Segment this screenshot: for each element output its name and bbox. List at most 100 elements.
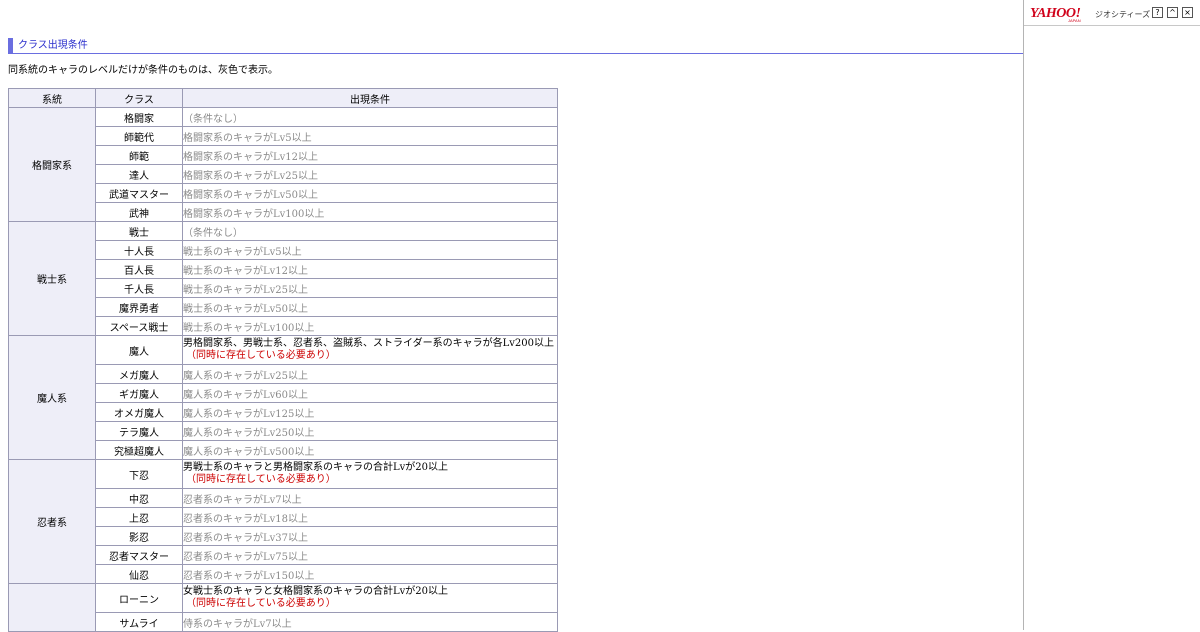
condition-text: 男格闘家系、男戦士系、忍者系、盗賊系、ストライダー系のキャラが各Lv200以上 (183, 338, 554, 349)
table-row: 戦士系 戦士 （条件なし） (8, 221, 558, 336)
class-cell: 武神 (95, 202, 183, 222)
simultaneous-required-note: （同時に存在している必要あり） (186, 474, 336, 485)
section-title: クラス出現条件 (8, 38, 1023, 54)
class-cell: テラ魔人 (95, 421, 183, 441)
sidebar-header: YAHOO! JAPAN ジオシティーズ ? ^ × (1024, 0, 1200, 26)
condition-cell: （条件なし） (182, 221, 558, 241)
condition-cell: 戦士系のキャラがLv100以上 (182, 316, 558, 336)
condition-cell: 格闘家系のキャラがLv50以上 (182, 183, 558, 203)
condition-cell: 格闘家系のキャラがLv25以上 (182, 164, 558, 184)
class-cell: オメガ魔人 (95, 402, 183, 422)
condition-text: 戦士系のキャラがLv50以上 (183, 303, 309, 315)
condition-text: 格闘家系のキャラがLv100以上 (183, 208, 325, 220)
class-cell: 忍者マスター (95, 545, 183, 565)
condition-cell: 忍者系のキャラがLv75以上 (182, 545, 558, 565)
condition-cell: 男戦士系のキャラと男格闘家系のキャラの合計Lvが20以上 （同時に存在している必要… (182, 459, 558, 489)
class-cell: 戦士 (95, 221, 183, 241)
condition-cell: 魔人系のキャラがLv500以上 (182, 440, 558, 460)
lineage-cell: 格闘家系 (8, 107, 96, 222)
table-header-row: 系統 クラス 出現条件 (8, 88, 558, 108)
close-button[interactable]: × (1182, 7, 1193, 18)
class-cell: 上忍 (95, 507, 183, 527)
condition-text: 男戦士系のキャラと男格闘家系のキャラの合計Lvが20以上 (183, 462, 449, 473)
class-cell: ギガ魔人 (95, 383, 183, 403)
condition-text: 魔人系のキャラがLv500以上 (183, 446, 315, 458)
condition-text: 戦士系のキャラがLv5以上 (183, 246, 302, 258)
class-cell: 百人長 (95, 259, 183, 279)
class-cell: 達人 (95, 164, 183, 184)
lineage-cell: 魔人系 (8, 335, 96, 460)
class-cell: スペース戦士 (95, 316, 183, 336)
condition-cell: 忍者系のキャラがLv7以上 (182, 488, 558, 508)
condition-text: 忍者系のキャラがLv37以上 (183, 532, 309, 544)
geocities-label[interactable]: ジオシティーズ (1095, 9, 1150, 20)
condition-text: （条件なし） (183, 113, 243, 125)
header-class: クラス (95, 88, 183, 108)
condition-text: 忍者系のキャラがLv7以上 (183, 494, 302, 506)
header-lineage: 系統 (8, 88, 96, 108)
condition-text: 女戦士系のキャラと女格闘家系のキャラの合計Lvが20以上 (183, 586, 449, 597)
class-cell: 中忍 (95, 488, 183, 508)
table-row: ローニン 女戦士系のキャラと女格闘家系のキャラの合計Lvが20以上 （同時に存在して… (8, 583, 558, 632)
condition-cell: （条件なし） (182, 107, 558, 127)
table-row: 魔人系 魔人 男格闘家系、男戦士系、忍者系、盗賊系、ストライダー系のキャラが各Lv2… (8, 335, 558, 460)
help-button[interactable]: ? (1152, 7, 1163, 18)
condition-cell: 忍者系のキャラがLv18以上 (182, 507, 558, 527)
condition-cell: 格闘家系のキャラがLv5以上 (182, 126, 558, 146)
condition-text: 格闘家系のキャラがLv25以上 (183, 170, 319, 182)
class-cell: 仙忍 (95, 564, 183, 584)
condition-cell: 戦士系のキャラがLv5以上 (182, 240, 558, 260)
class-cell: 十人長 (95, 240, 183, 260)
condition-cell: 魔人系のキャラがLv25以上 (182, 364, 558, 384)
class-conditions-table: 系統 クラス 出現条件 格闘家系 格闘家 （条件なし） 師範代 格闘家系のキャラがLv5… (8, 88, 558, 632)
class-cell: サムライ (95, 612, 183, 632)
condition-text: 忍者系のキャラがLv75以上 (183, 551, 309, 563)
condition-text: （条件なし） (183, 227, 243, 239)
condition-cell: 魔人系のキャラがLv250以上 (182, 421, 558, 441)
condition-text: 魔人系のキャラがLv125以上 (183, 408, 315, 420)
header-condition: 出現条件 (182, 88, 558, 108)
condition-text: 魔人系のキャラがLv25以上 (183, 370, 309, 382)
condition-cell: 戦士系のキャラがLv12以上 (182, 259, 558, 279)
class-cell: メガ魔人 (95, 364, 183, 384)
table-row: 忍者系 下忍 男戦士系のキャラと男格闘家系のキャラの合計Lvが20以上 （同時に存在し… (8, 459, 558, 584)
condition-cell: 戦士系のキャラがLv25以上 (182, 278, 558, 298)
geocities-sidebar: YAHOO! JAPAN ジオシティーズ ? ^ × (1023, 0, 1200, 630)
condition-text: 戦士系のキャラがLv25以上 (183, 284, 309, 296)
lineage-cell: 忍者系 (8, 459, 96, 584)
condition-text: 格闘家系のキャラがLv5以上 (183, 132, 312, 144)
collapse-button[interactable]: ^ (1167, 7, 1178, 18)
condition-cell: 女戦士系のキャラと女格闘家系のキャラの合計Lvが20以上 （同時に存在している必要… (182, 583, 558, 613)
condition-cell: 忍者系のキャラがLv150以上 (182, 564, 558, 584)
condition-text: 戦士系のキャラがLv12以上 (183, 265, 309, 277)
condition-cell: 格闘家系のキャラがLv12以上 (182, 145, 558, 165)
condition-text: 忍者系のキャラがLv150以上 (183, 570, 315, 582)
condition-cell: 侍系のキャラがLv7以上 (182, 612, 558, 632)
class-cell: 下忍 (95, 459, 183, 489)
table-row: 格闘家系 格闘家 （条件なし） (8, 107, 558, 222)
yahoo-logo-sub: JAPAN (1068, 18, 1081, 23)
condition-cell: 魔人系のキャラがLv60以上 (182, 383, 558, 403)
condition-cell: 戦士系のキャラがLv50以上 (182, 297, 558, 317)
legend-note: 同系統のキャラのレベルだけが条件のものは、灰色で表示。 (8, 65, 278, 76)
class-cell: 究極超魔人 (95, 440, 183, 460)
condition-cell: 魔人系のキャラがLv125以上 (182, 402, 558, 422)
class-cell: 影忍 (95, 526, 183, 546)
condition-text: 侍系のキャラがLv7以上 (183, 618, 292, 630)
condition-text: 魔人系のキャラがLv60以上 (183, 389, 309, 401)
class-cell: 師範代 (95, 126, 183, 146)
class-cell: 格闘家 (95, 107, 183, 127)
lineage-cell: 戦士系 (8, 221, 96, 336)
simultaneous-required-note: （同時に存在している必要あり） (186, 598, 336, 609)
condition-cell: 格闘家系のキャラがLv100以上 (182, 202, 558, 222)
condition-text: 戦士系のキャラがLv100以上 (183, 322, 315, 334)
condition-text: 格闘家系のキャラがLv50以上 (183, 189, 319, 201)
class-cell: 武道マスター (95, 183, 183, 203)
simultaneous-required-note: （同時に存在している必要あり） (186, 350, 336, 361)
class-cell: 師範 (95, 145, 183, 165)
class-cell: 魔人 (95, 335, 183, 365)
condition-text: 魔人系のキャラがLv250以上 (183, 427, 315, 439)
condition-cell: 忍者系のキャラがLv37以上 (182, 526, 558, 546)
condition-text: 格闘家系のキャラがLv12以上 (183, 151, 319, 163)
condition-cell: 男格闘家系、男戦士系、忍者系、盗賊系、ストライダー系のキャラが各Lv200以上（… (182, 335, 558, 365)
